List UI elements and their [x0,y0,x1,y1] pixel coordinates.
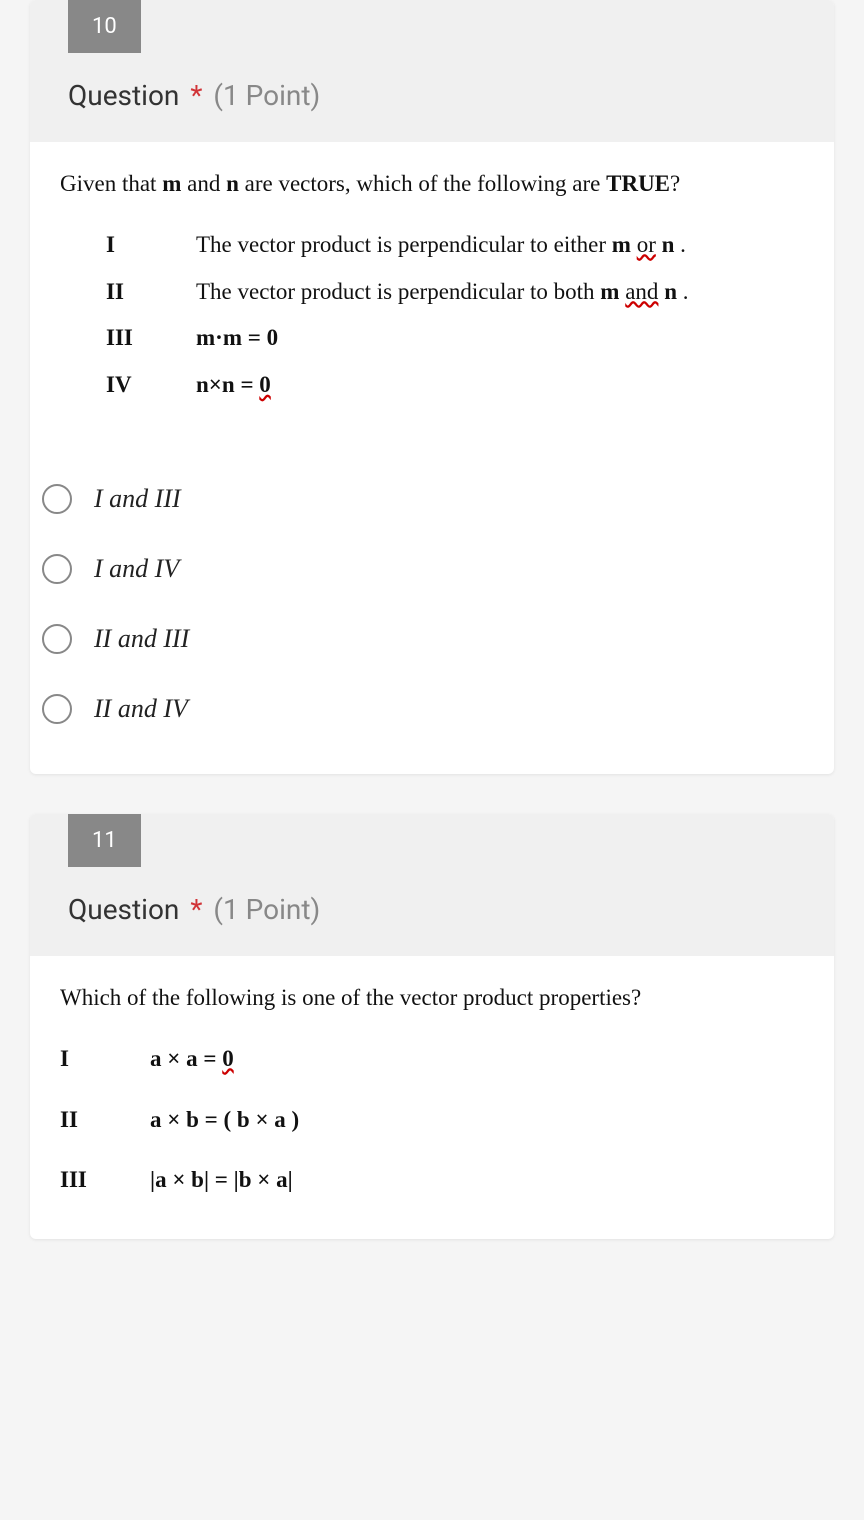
statement-text: The vector product is perpendicular to e… [196,227,804,264]
squiggle-text: or [637,232,656,257]
text: . [674,232,686,257]
vector-n: n [226,171,239,196]
option-ii-and-iii[interactable]: II and III [36,604,834,674]
radio-icon[interactable] [42,484,72,514]
math-text: n×n = [196,372,259,397]
question-10-body: Given that m and n are vectors, which of… [30,142,834,444]
squiggle-text: and [625,279,658,304]
statement-row: I The vector product is perpendicular to… [106,227,804,264]
roman-numeral: I [60,1041,150,1078]
statement-math: m·m = 0 [196,320,804,357]
option-label: II and IV [94,694,188,724]
radio-icon[interactable] [42,554,72,584]
text: The vector product is perpendicular to b… [196,279,600,304]
option-label: I and III [94,484,181,514]
option-label: I and IV [94,554,179,584]
statement-math: n×n = 0 [196,367,804,404]
roman-numeral: I [106,227,196,264]
statement-row: III m·m = 0 [106,320,804,357]
question-11-card: 11 Question * (1 Point) Which of the fol… [30,814,834,1239]
statement-row: I a × a = 0 [60,1041,804,1078]
question-number-badge: 10 [68,0,141,53]
vector-m: m [612,232,631,257]
roman-numeral: III [106,320,196,357]
roman-numeral: II [106,274,196,311]
options-list: I and III I and IV II and III II and IV [30,444,834,774]
statement-text: The vector product is perpendicular to b… [196,274,804,311]
math-text: a × a = [150,1046,222,1071]
option-ii-and-iv[interactable]: II and IV [36,674,834,744]
zero-squiggle: 0 [222,1046,234,1071]
roman-numeral: III [60,1162,150,1199]
question-number-badge: 11 [68,814,141,867]
option-i-and-iv[interactable]: I and IV [36,534,834,604]
statement-row: III |a × b| = |b × a| [60,1162,804,1199]
statement-row: IV n×n = 0 [106,367,804,404]
question-11-stem: Which of the following is one of the vec… [60,980,804,1017]
statement-row: II a × b = ( b × a ) [60,1102,804,1139]
vector-m: m [600,279,619,304]
stem-text: Given that [60,171,162,196]
option-i-and-iii[interactable]: I and III [36,464,834,534]
question-10-header: 10 Question * (1 Point) [30,0,834,142]
question-10-stem: Given that m and n are vectors, which of… [60,166,804,203]
question-title-row: Question * (1 Point) [30,867,834,926]
stem-text: are vectors, which of the following are [239,171,606,196]
question-title: Question [68,79,179,112]
roman-numeral: II [60,1102,150,1139]
required-marker: * [190,79,202,112]
points-label: (1 Point) [213,79,320,112]
radio-icon[interactable] [42,694,72,724]
question-title-row: Question * (1 Point) [30,53,834,112]
statement-math: a × b = ( b × a ) [150,1102,804,1139]
stem-text: ? [670,171,680,196]
points-label: (1 Point) [213,893,320,926]
statements-list: I a × a = 0 II a × b = ( b × a ) III |a … [60,1041,804,1199]
statements-list: I The vector product is perpendicular to… [106,227,804,404]
statement-row: II The vector product is perpendicular t… [106,274,804,311]
stem-true: TRUE [606,171,670,196]
vector-n: n [664,279,677,304]
option-label: II and III [94,624,189,654]
question-11-body: Which of the following is one of the vec… [30,956,834,1239]
question-title: Question [68,893,179,926]
vector-m: m [162,171,181,196]
zero-squiggle: 0 [259,372,271,397]
radio-icon[interactable] [42,624,72,654]
vector-n: n [662,232,675,257]
text: . [677,279,689,304]
required-marker: * [190,893,202,926]
stem-text: and [181,171,226,196]
question-11-header: 11 Question * (1 Point) [30,814,834,956]
statement-math: |a × b| = |b × a| [150,1162,804,1199]
question-10-card: 10 Question * (1 Point) Given that m and… [30,0,834,774]
text: The vector product is perpendicular to e… [196,232,612,257]
roman-numeral: IV [106,367,196,404]
statement-math: a × a = 0 [150,1041,804,1078]
